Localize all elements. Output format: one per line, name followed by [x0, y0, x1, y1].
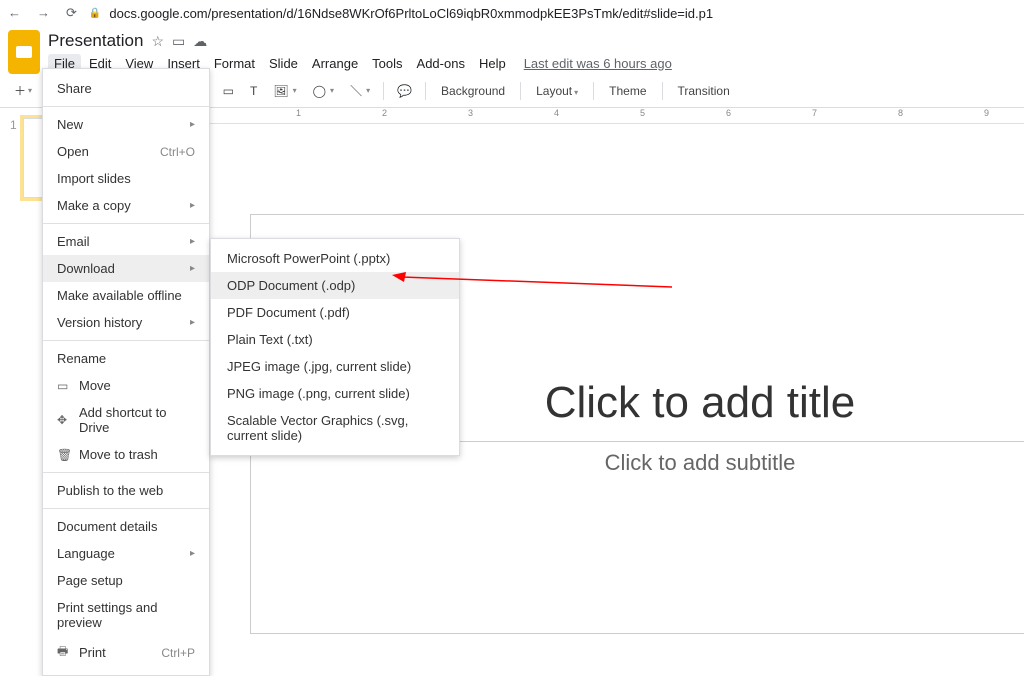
nav-forward-icon[interactable]: →	[37, 5, 50, 21]
separator	[43, 472, 209, 473]
file-menu-document-details[interactable]: Document details	[43, 513, 209, 540]
file-menu-new[interactable]: New▸	[43, 111, 209, 138]
cloud-status-icon: ☁	[193, 33, 207, 50]
ruler-tick: 8	[898, 108, 903, 118]
ruler-tick: 3	[468, 108, 473, 118]
file-menu-move[interactable]: ▭Move	[43, 372, 209, 399]
doc-title[interactable]: Presentation	[48, 31, 143, 51]
url-text[interactable]: docs.google.com/presentation/d/16Ndse8WK…	[109, 6, 713, 21]
move-folder-icon[interactable]: ▭	[172, 33, 185, 50]
separator	[662, 82, 663, 100]
separator	[43, 340, 209, 341]
file-menu-version-history[interactable]: Version history▸	[43, 309, 209, 336]
doc-header: Presentation ☆ ▭ ☁ File Edit View Insert…	[0, 26, 1024, 74]
menu-arrange[interactable]: Arrange	[306, 54, 364, 73]
download-submenu: Microsoft PowerPoint (.pptx) ODP Documen…	[210, 238, 460, 456]
new-slide-button[interactable]: ＋▾	[8, 78, 38, 103]
background-button[interactable]: Background	[433, 80, 513, 102]
file-menu-dropdown: Share New▸ OpenCtrl+O Import slides Make…	[42, 68, 210, 676]
download-pdf[interactable]: PDF Document (.pdf)	[211, 299, 459, 326]
comment-button[interactable]: 💬	[391, 80, 418, 102]
ruler-tick: 6	[726, 108, 731, 118]
file-menu-print-settings[interactable]: Print settings and preview	[43, 594, 209, 636]
separator	[43, 106, 209, 107]
menu-slide[interactable]: Slide	[263, 54, 304, 73]
thumbnail-number: 1	[10, 118, 17, 198]
layout-button[interactable]: Layout▾	[528, 80, 586, 102]
ruler-tick: 5	[640, 108, 645, 118]
separator	[43, 508, 209, 509]
folder-icon: ▭	[57, 379, 73, 393]
last-edit-link[interactable]: Last edit was 6 hours ago	[524, 56, 672, 71]
lock-icon: 🔒	[89, 8, 101, 19]
browser-chrome: ← → ⟳ 🔒 docs.google.com/presentation/d/1…	[0, 0, 1024, 26]
star-icon[interactable]: ☆	[151, 33, 164, 50]
menu-tools[interactable]: Tools	[366, 54, 408, 73]
ruler-tick: 1	[296, 108, 301, 118]
separator	[43, 223, 209, 224]
nav-reload-icon[interactable]: ⟳	[66, 5, 77, 21]
file-menu-email[interactable]: Email▸	[43, 228, 209, 255]
theme-button[interactable]: Theme	[601, 80, 654, 102]
nav-back-icon[interactable]: ←	[8, 5, 21, 21]
file-menu-move-trash[interactable]: 🗑Move to trash	[43, 441, 209, 468]
file-menu-make-copy[interactable]: Make a copy▸	[43, 192, 209, 219]
file-menu-publish[interactable]: Publish to the web	[43, 477, 209, 504]
ruler-tick: 4	[554, 108, 559, 118]
shape-tool[interactable]: ◯▾	[307, 80, 340, 102]
separator	[520, 82, 521, 100]
download-png[interactable]: PNG image (.png, current slide)	[211, 380, 459, 407]
menu-format[interactable]: Format	[208, 54, 261, 73]
ruler-tick: 9	[984, 108, 989, 118]
file-menu-page-setup[interactable]: Page setup	[43, 567, 209, 594]
menu-help[interactable]: Help	[473, 54, 512, 73]
transition-button[interactable]: Transition	[670, 80, 738, 102]
drive-shortcut-icon: ✥	[57, 413, 73, 427]
download-odp[interactable]: ODP Document (.odp)	[211, 272, 459, 299]
file-menu-make-offline[interactable]: Make available offline	[43, 282, 209, 309]
trash-icon: 🗑	[57, 448, 73, 462]
print-icon: 🖶	[57, 642, 73, 663]
image-tool[interactable]: 🖼▾	[267, 80, 302, 102]
file-menu-language[interactable]: Language▸	[43, 540, 209, 567]
file-menu-share[interactable]: Share	[43, 75, 209, 102]
file-menu-download[interactable]: Download▸	[43, 255, 209, 282]
separator	[383, 82, 384, 100]
file-menu-add-shortcut[interactable]: ✥Add shortcut to Drive	[43, 399, 209, 441]
separator	[593, 82, 594, 100]
download-svg[interactable]: Scalable Vector Graphics (.svg, current …	[211, 407, 459, 449]
horizontal-ruler: 12345678910	[170, 108, 1024, 124]
file-menu-rename[interactable]: Rename	[43, 345, 209, 372]
menu-addons[interactable]: Add-ons	[411, 54, 471, 73]
line-tool[interactable]: ＼▾	[344, 78, 376, 103]
subtitle-placeholder[interactable]: Click to add subtitle	[605, 450, 796, 476]
select-tool[interactable]: ▭	[217, 80, 240, 102]
file-menu-print[interactable]: 🖶PrintCtrl+P	[43, 636, 209, 669]
file-menu-import-slides[interactable]: Import slides	[43, 165, 209, 192]
download-pptx[interactable]: Microsoft PowerPoint (.pptx)	[211, 245, 459, 272]
ruler-tick: 2	[382, 108, 387, 118]
separator	[425, 82, 426, 100]
download-jpg[interactable]: JPEG image (.jpg, current slide)	[211, 353, 459, 380]
file-menu-open[interactable]: OpenCtrl+O	[43, 138, 209, 165]
download-txt[interactable]: Plain Text (.txt)	[211, 326, 459, 353]
textbox-tool[interactable]: T	[244, 80, 263, 102]
ruler-tick: 7	[812, 108, 817, 118]
slides-logo-icon[interactable]	[8, 30, 40, 74]
